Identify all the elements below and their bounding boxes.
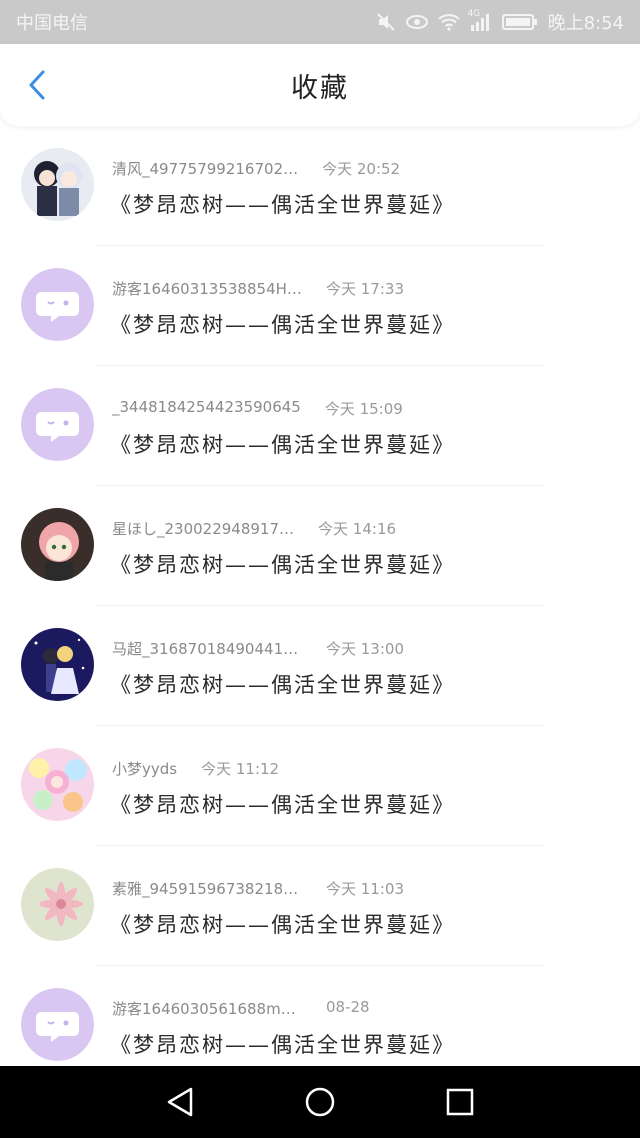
work-title: 《梦昂恋树——偶活全世界蔓延》 — [110, 793, 455, 817]
network-type-label: 4G — [467, 9, 481, 19]
timestamp: 今天 15:09 — [324, 400, 403, 418]
carrier-label: 中国电信 — [16, 13, 88, 34]
item-meta: 游客16460313538854HxC 今天 17:33 — [112, 278, 404, 299]
battery-icon — [501, 13, 538, 31]
default-chat-avatar-icon — [21, 268, 94, 341]
anime-dancing-couple-avatar-icon — [21, 628, 94, 701]
item-meta: _3448184254423590645 今天 15:09 — [112, 398, 403, 419]
item-meta: 马超_31687018490441262 今天 13:00 — [112, 638, 404, 659]
timestamp: 今天 20:52 — [322, 160, 401, 178]
clock-label: 晚上8:54 — [547, 13, 624, 34]
timestamp: 今天 11:03 — [326, 880, 404, 898]
avatar[interactable] — [21, 988, 94, 1061]
pink-flower-avatar-icon — [21, 868, 94, 941]
header-bar: 收藏 — [0, 44, 640, 126]
user-name: 小梦yyds — [112, 760, 178, 778]
user-name: 素雅_94591596738218154 — [112, 880, 302, 898]
list-item[interactable]: 星ほし_230022948917… 今天 14:16 《梦昂恋树——偶活全世界蔓… — [0, 486, 640, 606]
colorful-idol-avatar-icon — [21, 748, 94, 821]
user-name: 游客16460313538854HxC — [112, 280, 302, 298]
work-title: 《梦昂恋树——偶活全世界蔓延》 — [110, 673, 455, 697]
triangle-back-icon — [167, 1087, 193, 1117]
item-meta: 清风_49775799216702… 今天 20:52 — [112, 158, 400, 179]
default-chat-avatar-icon — [21, 988, 94, 1061]
list-item[interactable]: 游客16460313538854HxC 今天 17:33 《梦昂恋树——偶活全世… — [0, 246, 640, 366]
work-title: 《梦昂恋树——偶活全世界蔓延》 — [110, 913, 455, 937]
signal-icon: 4G — [468, 9, 492, 31]
work-title: 《梦昂恋树——偶活全世界蔓延》 — [110, 433, 455, 457]
status-icons: 4G 晚上8:54 — [376, 9, 624, 35]
avatar[interactable] — [21, 868, 94, 941]
timestamp: 今天 17:33 — [326, 280, 404, 298]
item-meta: 星ほし_230022948917… 今天 14:16 — [112, 518, 396, 539]
user-name: 清风_49775799216702… — [112, 160, 299, 178]
default-chat-avatar-icon — [21, 388, 94, 461]
avatar[interactable] — [21, 748, 94, 821]
eye-icon — [405, 14, 428, 30]
user-name: 马超_31687018490441262 — [112, 640, 302, 658]
avatar[interactable] — [21, 628, 94, 701]
system-nav-bar — [0, 1066, 640, 1138]
list-item[interactable]: 马超_31687018490441262 今天 13:00 《梦昂恋树——偶活全… — [0, 606, 640, 726]
item-meta: 游客1646030561688m1b3 08-28 — [112, 998, 370, 1019]
list-item[interactable]: _3448184254423590645 今天 15:09 《梦昂恋树——偶活全… — [0, 366, 640, 486]
mute-icon — [376, 12, 396, 32]
nav-home-button[interactable] — [290, 1072, 350, 1132]
work-title: 《梦昂恋树——偶活全世界蔓延》 — [110, 1033, 455, 1057]
list-item[interactable]: 游客1646030561688m1b3 08-28 《梦昂恋树——偶活全世界蔓延… — [0, 966, 640, 1066]
timestamp: 今天 14:16 — [318, 520, 397, 538]
work-title: 《梦昂恋树——偶活全世界蔓延》 — [110, 193, 455, 217]
user-name: 游客1646030561688m1b3 — [112, 1000, 302, 1018]
list-item[interactable]: 小梦yyds 今天 11:12 《梦昂恋树——偶活全世界蔓延》 — [0, 726, 640, 846]
avatar[interactable] — [21, 148, 94, 221]
circle-home-icon — [305, 1087, 335, 1117]
back-button[interactable] — [20, 68, 54, 102]
avatar[interactable] — [21, 268, 94, 341]
favorites-list[interactable]: 清风_49775799216702… 今天 20:52 《梦昂恋树——偶活全世界… — [0, 126, 640, 1066]
user-name: 星ほし_230022948917… — [112, 520, 295, 538]
list-item[interactable]: 清风_49775799216702… 今天 20:52 《梦昂恋树——偶活全世界… — [0, 126, 640, 246]
anime-girl-pink-hair-avatar-icon — [21, 508, 94, 581]
square-recents-icon — [446, 1088, 474, 1116]
anime-couple-avatar-icon — [21, 148, 94, 221]
timestamp: 08-28 — [326, 998, 370, 1016]
timestamp: 今天 13:00 — [326, 640, 404, 658]
nav-recents-button[interactable] — [430, 1072, 490, 1132]
list-item[interactable]: 素雅_94591596738218154 今天 11:03 《梦昂恋树——偶活全… — [0, 846, 640, 966]
chevron-left-icon — [29, 70, 45, 100]
wifi-icon — [437, 13, 460, 31]
work-title: 《梦昂恋树——偶活全世界蔓延》 — [110, 553, 455, 577]
avatar[interactable] — [21, 388, 94, 461]
work-title: 《梦昂恋树——偶活全世界蔓延》 — [110, 313, 455, 337]
status-bar: 中国电信 4G 晚上8:54 — [0, 0, 640, 44]
timestamp: 今天 11:12 — [201, 760, 280, 778]
avatar[interactable] — [21, 508, 94, 581]
item-meta: 小梦yyds 今天 11:12 — [112, 758, 279, 779]
user-name: _3448184254423590645 — [112, 398, 301, 416]
item-meta: 素雅_94591596738218154 今天 11:03 — [112, 878, 404, 899]
page-title: 收藏 — [291, 72, 349, 104]
nav-back-button[interactable] — [150, 1072, 210, 1132]
